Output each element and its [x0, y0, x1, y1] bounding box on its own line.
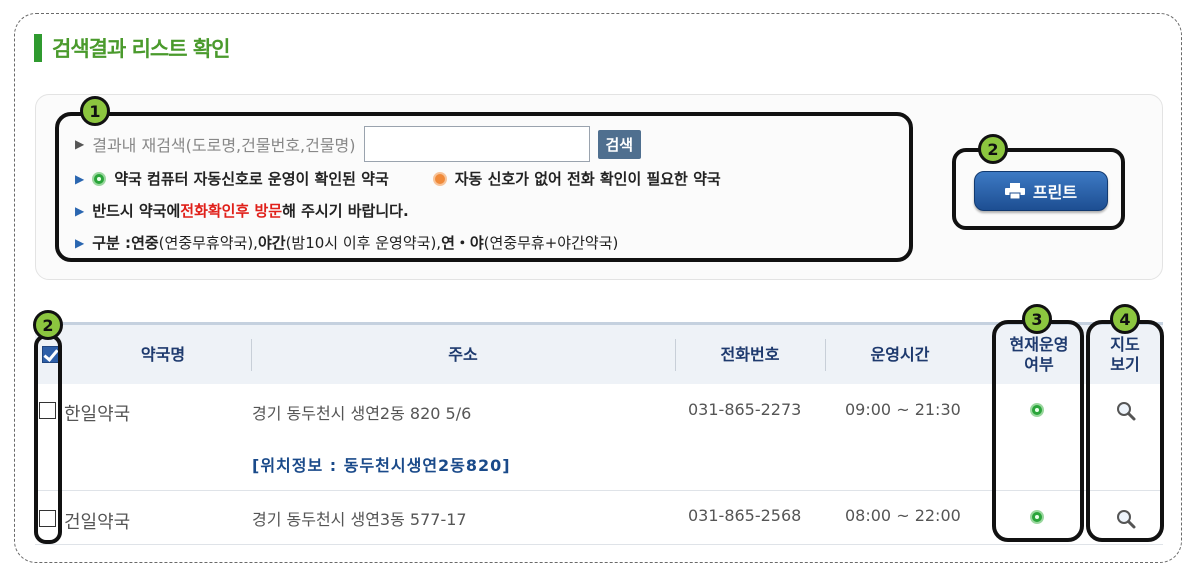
step-badge-1: 1	[80, 96, 110, 126]
category-row: ▶ 구분 : 연중 (연중무휴약국), 야간 (밤10시 이후 운영약국), 연…	[75, 232, 618, 253]
search-label: 결과내 재검색(도로명,건물번호,건물명)	[92, 136, 356, 155]
page-title-text: 검색결과 리스트 확인	[52, 37, 231, 61]
legend-green-label: 약국 컴퓨터 자동신호로 운영이 확인된 약국	[114, 170, 389, 188]
header-name: 약국명	[140, 344, 186, 364]
green-status-icon	[92, 171, 107, 186]
bullet-triangle-icon: ▶	[75, 235, 85, 250]
category-type-3: 연・야	[441, 234, 484, 252]
category-desc-1: (연중무휴약국),	[158, 234, 258, 252]
map-column-highlight	[1086, 320, 1164, 542]
row-divider	[35, 544, 1163, 545]
pharmacy-phone: 031-865-2568	[688, 506, 802, 525]
search-row: ▶ 결과내 재검색(도로명,건물번호,건물명) 검색	[75, 126, 642, 162]
bullet-triangle-icon: ▶	[75, 137, 85, 151]
orange-status-icon	[432, 171, 447, 186]
step-badge-3: 3	[1022, 304, 1052, 334]
pharmacy-address: 경기 동두천시 생연2동 820 5/6	[252, 404, 472, 423]
bullet-triangle-icon: ▶	[75, 171, 85, 186]
location-info: [위치정보 : 동두천시생연2동820]	[252, 456, 511, 475]
category-type-2: 야간	[257, 234, 286, 252]
header-address: 주소	[448, 344, 478, 364]
status-column-highlight	[992, 320, 1084, 542]
notice-suffix: 해 주시기 바랍니다.	[282, 202, 409, 220]
category-desc-3: (연중무휴+야간약국)	[483, 234, 619, 252]
notice-row: ▶ 반드시 약국에 전화확인후 방문 해 주시기 바랍니다.	[75, 200, 409, 221]
header-phone: 전화번호	[720, 344, 780, 364]
notice-highlight: 전화확인후 방문	[180, 202, 283, 220]
search-button[interactable]: 검색	[597, 129, 642, 159]
print-highlight-box: 프린트	[952, 148, 1125, 230]
page-title: 검색결과 리스트 확인	[34, 33, 231, 63]
search-info-box: ▶ 결과내 재검색(도로명,건물번호,건물명) 검색 ▶ 약국 컴퓨터 자동신호…	[55, 112, 913, 262]
step-badge-2: 2	[978, 134, 1008, 164]
pharmacy-phone: 031-865-2273	[688, 400, 802, 419]
legend-row: ▶ 약국 컴퓨터 자동신호로 운영이 확인된 약국 자동 신호가 없어 전화 확…	[75, 168, 721, 189]
category-desc-2: (밤10시 이후 운영약국),	[285, 234, 442, 252]
category-type-1: 연중	[131, 234, 159, 252]
print-button[interactable]: 프린트	[974, 171, 1108, 211]
printer-icon	[1004, 183, 1025, 199]
pharmacy-name[interactable]: 건일약국	[64, 508, 130, 534]
header-hours: 운영시간	[870, 344, 930, 364]
search-input[interactable]	[363, 126, 590, 162]
title-accent-bar	[34, 34, 42, 62]
checkbox-column-highlight	[34, 334, 62, 544]
pharmacy-hours: 08:00 ~ 22:00	[845, 506, 961, 525]
step-badge-4: 4	[1110, 304, 1140, 334]
category-label: 구분 :	[92, 234, 132, 252]
notice-prefix: 반드시 약국에	[92, 202, 181, 220]
step-badge-2-table: 2	[33, 310, 63, 340]
legend-orange-label: 자동 신호가 없어 전화 확인이 필요한 약국	[454, 170, 721, 188]
pharmacy-hours: 09:00 ~ 21:30	[845, 400, 961, 419]
pharmacy-name[interactable]: 한일약국	[64, 400, 130, 426]
pharmacy-address: 경기 동두천시 생연3동 577-17	[252, 510, 467, 529]
print-button-label: 프린트	[1032, 183, 1078, 202]
bullet-triangle-icon: ▶	[75, 203, 85, 218]
